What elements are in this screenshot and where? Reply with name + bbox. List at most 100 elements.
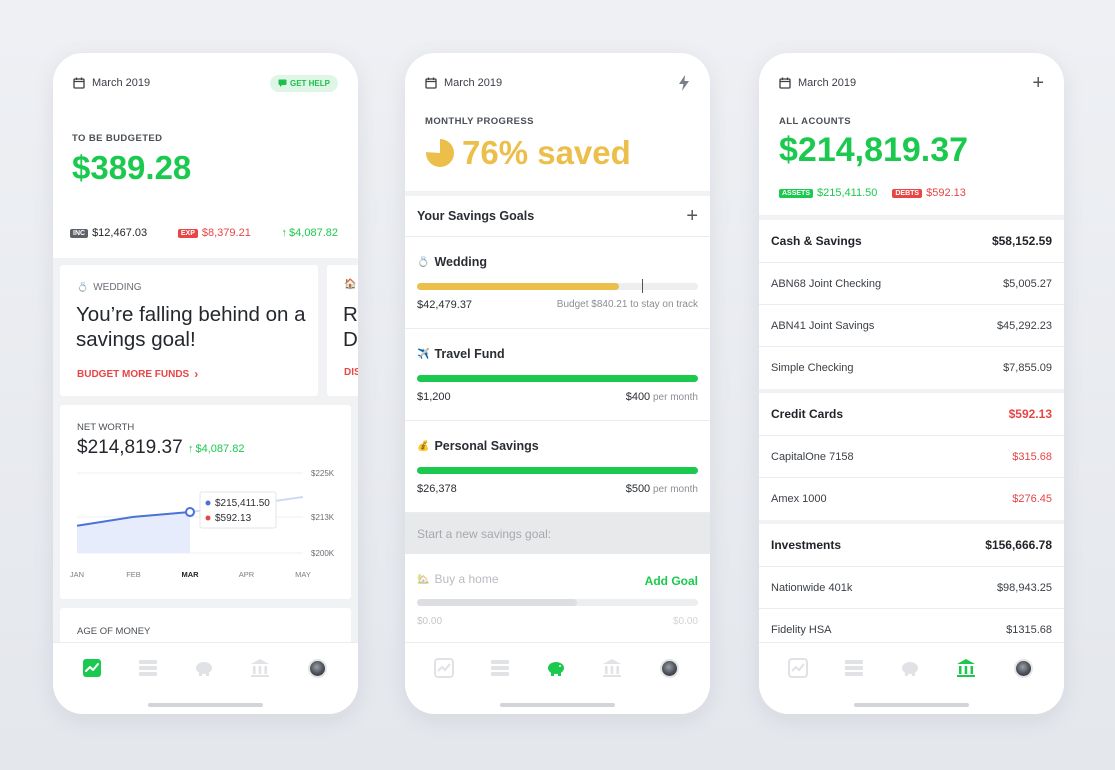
calendar-icon	[779, 77, 791, 89]
y-tick-label: $200K	[311, 549, 335, 558]
assets-tag: ASSETS	[779, 188, 814, 198]
tab-profile[interactable]	[306, 657, 328, 679]
plus-icon[interactable]: +	[686, 205, 698, 228]
tab-profile[interactable]	[1012, 657, 1034, 679]
new-goal-progress-fill	[417, 599, 578, 606]
goal-monthly-unit: per month	[652, 484, 698, 495]
get-help-label: GET HELP	[289, 78, 330, 88]
goal-name-label: Personal Savings	[434, 439, 539, 453]
tab-accounts[interactable]	[249, 657, 271, 679]
month-selector[interactable]: March 2019	[779, 77, 856, 89]
budget-hero: March 2019 GET HELP TO BE BUDGETED $389.…	[53, 53, 358, 258]
assets-summary: ASSETS $215,411.50	[779, 187, 877, 199]
account-row[interactable]: Amex 1000 $276.45	[759, 478, 1064, 520]
y-tick-label: $225K	[311, 469, 335, 478]
profile-avatar	[659, 658, 679, 678]
tab-bar	[759, 642, 1064, 714]
month-label: March 2019	[92, 77, 151, 89]
budget-icon	[845, 660, 863, 676]
net-worth-amount: $214,819.37	[77, 437, 183, 458]
savings-goal-row[interactable]: ✈️ Travel Fund $1,200 $400 per month	[405, 329, 710, 421]
account-balance: $1315.68	[1006, 624, 1052, 636]
budget-stats: INC $12,467.03 EXP $8,379.21 ↑ $4,087.82	[70, 227, 338, 239]
trends-icon	[434, 658, 454, 678]
piggy-bank-icon	[902, 662, 918, 676]
account-row[interactable]: ABN68 Joint Checking $5,005.27	[759, 263, 1064, 305]
account-row[interactable]: CapitalOne 7158 $315.68	[759, 436, 1064, 478]
savings-goal-row[interactable]: 💍 Wedding $42,479.37 Budget $840.21 to stay…	[405, 237, 710, 329]
goal-name: 💰 Personal Savings	[417, 439, 539, 453]
account-name: Amex 1000	[771, 493, 827, 505]
section-total: $58,152.59	[991, 234, 1052, 248]
goal-monthly: $500 per month	[626, 483, 698, 495]
account-section-header[interactable]: Investments $156,666.78	[759, 524, 1064, 567]
account-section-header[interactable]: Credit Cards $592.13	[759, 393, 1064, 436]
income-tag: INC	[70, 228, 89, 238]
tab-accounts[interactable]	[955, 657, 977, 679]
account-balance: $45,292.23	[996, 319, 1052, 332]
goal-progress-fill	[417, 283, 620, 290]
goal-progress-bar	[417, 279, 698, 293]
tab-savings[interactable]	[193, 657, 215, 679]
account-section: Cash & Savings $58,152.59 ABN68 Joint Chec…	[759, 220, 1064, 389]
month-label: March 2019	[444, 77, 503, 89]
to-be-budgeted-label: TO BE BUDGETED	[72, 133, 163, 144]
new-goal-row: 🏡 Buy a home Add Goal $0.00 $0.00	[405, 554, 710, 642]
account-balance: $98,943.25	[996, 581, 1052, 594]
tab-savings[interactable]	[899, 657, 921, 679]
budget-icon	[139, 660, 157, 676]
lightning-icon[interactable]	[678, 75, 690, 91]
account-section-header[interactable]: Cash & Savings $58,152.59	[759, 220, 1064, 263]
section-title: Credit Cards	[771, 407, 844, 421]
goal-status: Budget $840.21 to stay on track	[556, 299, 698, 310]
ring-icon: 💍	[77, 282, 89, 292]
section-total: $592.13	[1008, 407, 1052, 421]
account-row[interactable]: ABN41 Joint Savings $45,292.23	[759, 305, 1064, 347]
income-stat: INC $12,467.03	[70, 227, 147, 239]
alert-title: You’re falling behind on a savings goal!	[76, 303, 306, 351]
account-balance: $7,855.09	[1003, 362, 1052, 374]
x-tick-label: JAN	[70, 570, 84, 579]
net-change-stat: ↑ $4,087.82	[282, 227, 338, 239]
second-alert-card[interactable]: 🏠 R D DIS	[327, 265, 358, 396]
goal-name-label: Travel Fund	[434, 347, 505, 361]
profile-avatar	[307, 658, 327, 678]
tooltip-debts-value: $592.13	[215, 513, 252, 524]
help-chat-icon	[278, 79, 287, 87]
section-total: $156,666.78	[985, 538, 1052, 552]
x-tick-label: APR	[239, 570, 255, 579]
month-selector[interactable]: March 2019	[73, 77, 150, 89]
tab-bar	[53, 642, 358, 714]
net-worth-card[interactable]: NET WORTH $214,819.37 ↑ $4,087.82 $225K $2…	[60, 405, 351, 599]
net-change-value: $4,087.82	[289, 227, 338, 239]
tab-trends[interactable]	[433, 657, 455, 679]
add-goal-button[interactable]: Add Goal	[645, 574, 698, 588]
account-row[interactable]: Nationwide 401k $98,943.25	[759, 567, 1064, 609]
net-worth-chart[interactable]: $225K $213K $200K JAN FEB MAR APR MAY $215,411.5…	[60, 465, 351, 599]
account-row[interactable]: Simple Checking $7,855.09	[759, 347, 1064, 389]
month-selector[interactable]: March 2019	[425, 77, 502, 89]
tab-trends[interactable]	[787, 657, 809, 679]
tab-accounts[interactable]	[601, 657, 623, 679]
monthly-progress: 76% saved	[425, 134, 631, 172]
tab-profile[interactable]	[658, 657, 680, 679]
add-account-icon[interactable]: +	[1032, 72, 1044, 95]
tab-savings[interactable]	[545, 657, 567, 679]
account-section: Credit Cards $592.13 CapitalOne 7158 $315.6…	[759, 393, 1064, 520]
goal-monthly-unit: per month	[652, 392, 698, 403]
budget-more-funds-link[interactable]: BUDGET MORE FUNDS ›	[77, 367, 198, 381]
monthly-progress-label: MONTHLY PROGRESS	[425, 116, 534, 127]
wedding-alert-card[interactable]: 💍 WEDDING You’re falling behind on a savi…	[60, 265, 318, 396]
bank-icon	[957, 659, 975, 677]
account-balance: $276.45	[1012, 493, 1052, 505]
second-alert-link[interactable]: DIS	[344, 367, 358, 378]
get-help-button[interactable]: GET HELP	[269, 74, 338, 92]
savings-goal-row[interactable]: 💰 Personal Savings $26,378 $500 per month	[405, 421, 710, 513]
tab-budget[interactable]	[137, 657, 159, 679]
arrow-up-icon: ↑	[188, 443, 194, 455]
tab-budget[interactable]	[489, 657, 511, 679]
tab-budget[interactable]	[843, 657, 865, 679]
home-indicator	[500, 703, 615, 707]
tab-trends[interactable]	[81, 657, 103, 679]
assets-value: $215,411.50	[817, 187, 878, 199]
